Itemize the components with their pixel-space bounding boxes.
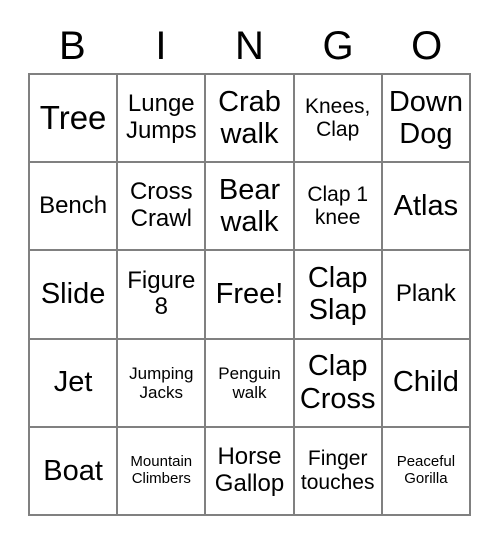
bingo-cell-g3[interactable]: Clap Slap (294, 251, 383, 340)
bingo-cell-i3[interactable]: Figure 8 (118, 251, 207, 340)
bingo-cell-n4[interactable]: Penguin walk (206, 339, 295, 428)
bingo-cell-g2[interactable]: Clap 1 knee (294, 163, 383, 252)
bingo-cell-label: Child (392, 366, 459, 399)
bingo-cell-label: Knees, Clap (305, 94, 371, 142)
bingo-header-letter-b: B (58, 23, 86, 68)
bingo-cell-label: Bear walk (218, 173, 281, 239)
bingo-header-letter-o: O (411, 23, 443, 68)
bingo-header-letter-n: N (235, 23, 264, 68)
bingo-cell-label: Finger touches (300, 447, 375, 494)
bingo-cell-label: Horse Gallop (214, 443, 285, 497)
bingo-cell-b3[interactable]: Slide (30, 251, 119, 340)
bingo-cell-i5[interactable]: Mountain Climbers (118, 427, 207, 516)
bingo-cell-i2[interactable]: Cross Crawl (118, 163, 207, 252)
bingo-cell-o4[interactable]: Child (382, 339, 471, 428)
bingo-cell-label: Figure 8 (127, 266, 196, 321)
bingo-cell-o2[interactable]: Atlas (382, 163, 471, 252)
bingo-cell-label: Lunge Jumps (125, 90, 197, 145)
bingo-cell-g1[interactable]: Knees, Clap (294, 75, 383, 164)
bingo-cell-label: Clap Slap (307, 262, 368, 327)
bingo-cell-label: Clap 1 knee (307, 182, 369, 230)
bingo-header-letter-g: G (322, 23, 354, 68)
bingo-cell-free-space[interactable]: Free! (206, 251, 295, 340)
bingo-cell-o1[interactable]: Down Dog (382, 75, 471, 164)
bingo-cell-o3[interactable]: Plank (382, 251, 471, 340)
bingo-cell-n1[interactable]: Crab walk (206, 75, 295, 164)
bingo-cell-label: Mountain Climbers (130, 453, 193, 487)
bingo-cell-label: Penguin walk (218, 363, 281, 402)
bingo-cell-label: Free! (215, 278, 284, 311)
bingo-grid: Tree Lunge Jumps Crab walk Knees, Clap D… (28, 73, 471, 516)
bingo-cell-n5[interactable]: Horse Gallop (206, 427, 295, 516)
bingo-cell-label: Clap Cross (299, 350, 376, 415)
bingo-cell-g4[interactable]: Clap Cross (294, 339, 383, 428)
bingo-cell-label: Peaceful Gorilla (396, 453, 456, 487)
bingo-cell-n2[interactable]: Bear walk (206, 163, 295, 252)
bingo-cell-i4[interactable]: Jumping Jacks (118, 339, 207, 428)
bingo-cell-label: Bench (39, 191, 108, 219)
bingo-cell-label: Plank (395, 280, 456, 308)
bingo-cell-g5[interactable]: Finger touches (294, 427, 383, 516)
bingo-cell-label: Atlas (393, 190, 459, 223)
bingo-cell-b4[interactable]: Jet (30, 339, 119, 428)
bingo-cell-b5[interactable]: Boat (30, 427, 119, 516)
bingo-header-row: B I N G O (28, 18, 471, 73)
bingo-card: B I N G O Tree Lunge Jumps Crab walk Kne… (0, 0, 500, 544)
bingo-cell-i1[interactable]: Lunge Jumps (118, 75, 207, 164)
bingo-cell-label: Down Dog (388, 85, 463, 151)
bingo-cell-label: Cross Crawl (129, 178, 193, 233)
bingo-cell-label: Tree (39, 98, 107, 136)
bingo-cell-label: Slide (40, 278, 106, 311)
bingo-cell-b2[interactable]: Bench (30, 163, 119, 252)
bingo-header-letter-i: I (155, 23, 167, 68)
bingo-cell-label: Jumping Jacks (129, 363, 194, 402)
bingo-cell-b1[interactable]: Tree (30, 75, 119, 164)
bingo-cell-o5[interactable]: Peaceful Gorilla (382, 427, 471, 516)
bingo-cell-label: Jet (53, 366, 93, 399)
bingo-cell-label: Boat (43, 454, 103, 487)
bingo-cell-label: Crab walk (218, 85, 281, 151)
